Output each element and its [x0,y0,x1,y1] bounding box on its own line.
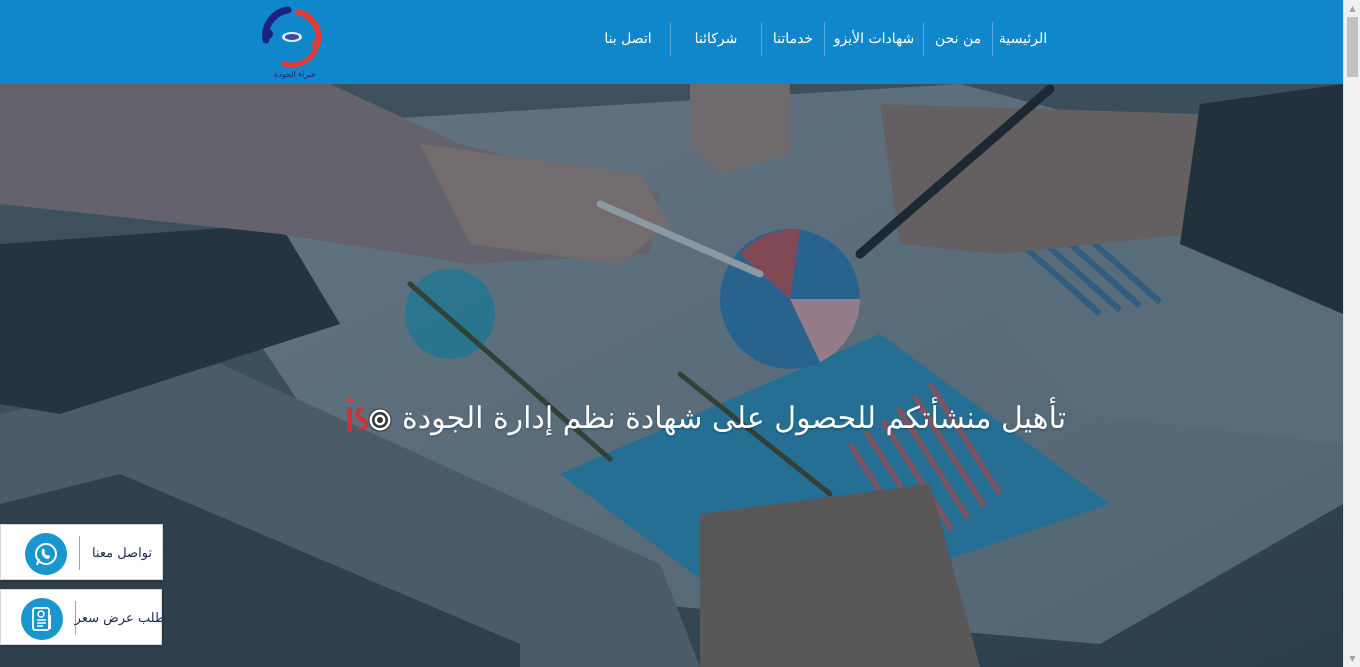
hero-background-image [0,84,1343,667]
scroll-down-arrow-icon[interactable]: ▼ [1344,650,1360,667]
hero-banner: تأهيل منشأتكم للحصول على شهادة نظم إدارة… [0,84,1343,667]
nav-services[interactable]: خدماتنا [762,22,824,56]
scroll-up-arrow-icon[interactable]: ▲ [1344,0,1360,17]
whatsapp-contact-button[interactable]: تواصل معنا [0,524,163,580]
logo-caption: خبراء الجودة [273,70,316,79]
nav-about[interactable]: من نحن [924,22,992,56]
whatsapp-label: تواصل معنا [91,545,153,561]
quote-request-button[interactable]: طلب عرض سعر [0,589,166,645]
hero-title: تأهيل منشأتكم للحصول على شهادة نظم إدارة… [340,391,1067,445]
main-nav: الرئيسية من نحن شهادات الأيزو خدماتنا شر… [586,22,1053,56]
site-header: خبراء الجودة الرئيسية من نحن شهادات الأي… [0,0,1343,84]
vertical-scrollbar[interactable]: ▲ ▼ [1343,0,1360,667]
iso-target-icon [340,397,394,439]
button-divider [79,536,80,570]
nav-home[interactable]: الرئيسية [993,22,1053,56]
document-icon [21,598,63,640]
hero-title-text: تأهيل منشأتكم للحصول على شهادة نظم إدارة… [402,400,1067,436]
quote-label: طلب عرض سعر [74,610,166,626]
nav-partners[interactable]: شركائنا [671,22,761,56]
nav-iso-certificates[interactable]: شهادات الأيزو [825,22,923,56]
whatsapp-icon [25,533,67,575]
nav-contact[interactable]: اتصل بنا [586,22,670,56]
scrollbar-thumb[interactable] [1347,17,1358,77]
